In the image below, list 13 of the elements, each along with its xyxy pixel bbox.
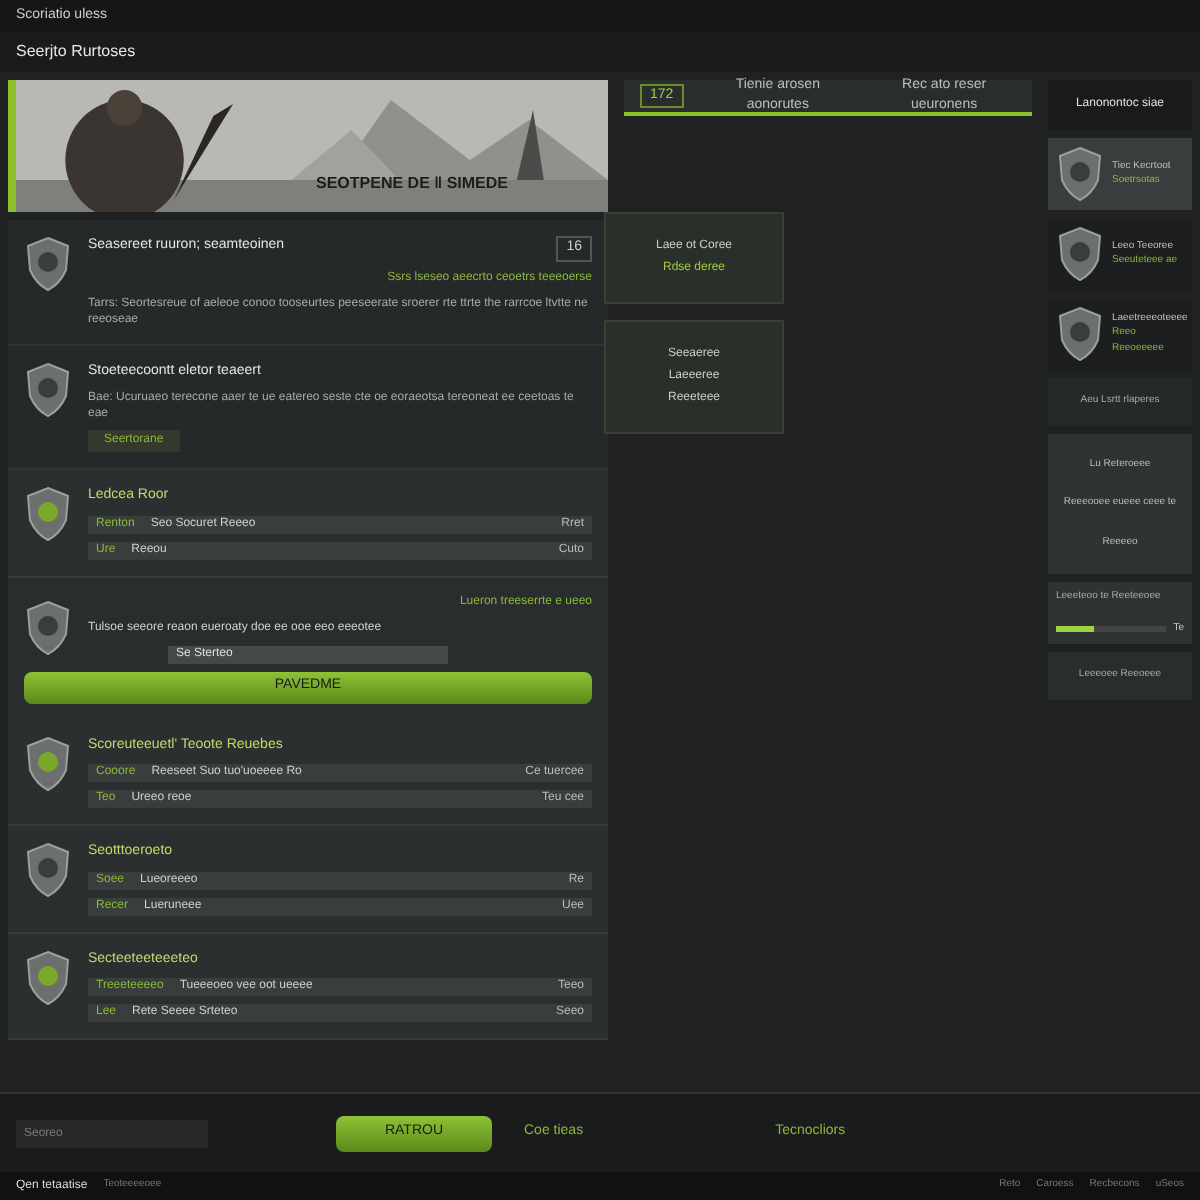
emblem-icon	[24, 236, 72, 292]
emblem-icon	[1056, 306, 1104, 362]
emblem-icon	[24, 735, 72, 791]
emblem-icon	[24, 361, 72, 417]
emblem-icon	[24, 486, 72, 542]
page-title: Seerjto Rurtoses	[16, 40, 136, 64]
emblem-icon	[24, 600, 72, 656]
banner-caption: SEOTPENE DE ‖ SIMEDE	[316, 172, 508, 196]
emblem-icon	[1056, 146, 1104, 202]
emblem-icon	[24, 842, 72, 898]
filter-slider[interactable]	[1056, 625, 1166, 632]
emblem-icon	[1056, 226, 1104, 282]
emblem-icon	[24, 949, 72, 1005]
